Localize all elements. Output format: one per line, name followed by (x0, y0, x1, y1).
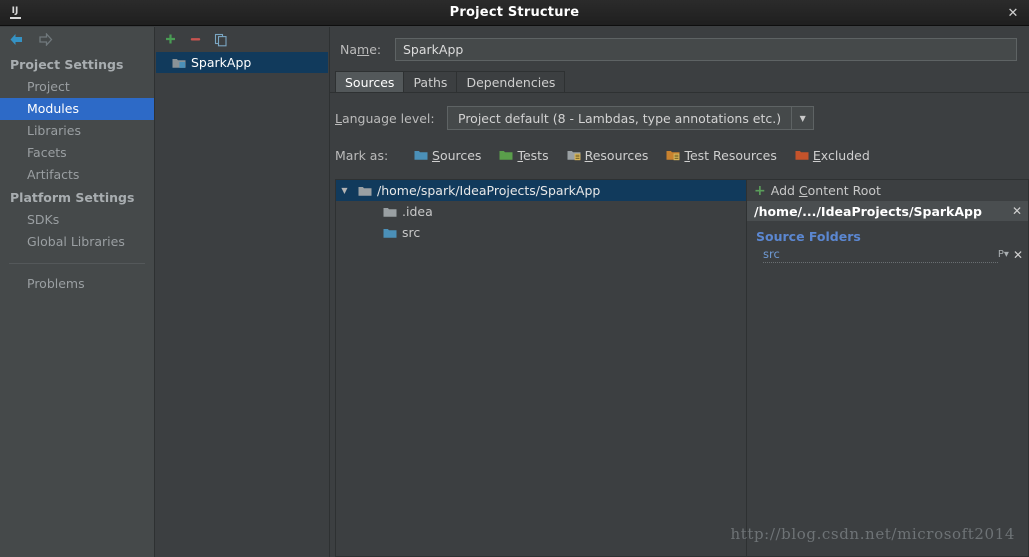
content-root-path: /home/.../IdeaProjects/SparkApp (754, 203, 982, 219)
tab-paths[interactable]: Paths (403, 71, 458, 92)
mark-as-sources-button[interactable]: Sources (405, 148, 490, 163)
mark-as-test-resources-button[interactable]: Test Resources (657, 148, 785, 163)
chevron-down-icon[interactable]: ▼ (791, 107, 813, 129)
settings-sidebar: Project Settings Project Modules Librari… (0, 27, 155, 557)
table-row[interactable]: ▼ /home/spark/IdeaProjects/SparkApp (336, 180, 746, 201)
project-structure-dialog: IJ Project Structure ✕ Project Settings … (0, 0, 1029, 557)
remove-content-root-icon[interactable]: ✕ (1012, 204, 1022, 218)
mark-as-test-resources-label: Test Resources (684, 147, 777, 163)
folder-test-resources-icon (666, 149, 680, 161)
table-row[interactable]: src (336, 222, 746, 243)
modules-panel: SparkApp (156, 27, 328, 557)
name-input[interactable]: SparkApp (395, 37, 1017, 61)
content-root-tree: ▼ /home/spark/IdeaProjects/SparkApp .ide… (335, 179, 746, 557)
module-icon (172, 57, 186, 69)
sidebar-group-project-settings: Project Settings (10, 57, 124, 72)
table-row[interactable]: .idea (336, 201, 746, 222)
language-level-label: Language level: (335, 110, 435, 126)
language-level-value: Project default (8 - Lambdas, type annot… (458, 110, 782, 126)
mark-as-tests-label: Tests (517, 147, 549, 163)
module-name-row: Name: SparkApp (335, 37, 1017, 61)
tab-dependencies[interactable]: Dependencies (456, 71, 566, 92)
language-level-select[interactable]: Project default (8 - Lambdas, type annot… (447, 106, 815, 130)
mark-as-resources-button[interactable]: Resources (558, 148, 658, 163)
source-folder-name[interactable]: src (763, 247, 998, 263)
mark-as-label: Mark as: (335, 147, 389, 163)
arrow-right-icon (36, 30, 54, 48)
plus-icon: + (754, 182, 766, 199)
sidebar-item-modules[interactable]: Modules (0, 98, 154, 120)
sidebar-toolbar (0, 27, 154, 51)
sidebar-divider (9, 263, 145, 264)
sidebar-item-problems[interactable]: Problems (0, 273, 154, 295)
list-item[interactable]: SparkApp (156, 52, 328, 73)
sidebar-group-platform-settings: Platform Settings (10, 190, 135, 205)
tree-node-label: src (402, 225, 421, 240)
sidebar-item-libraries[interactable]: Libraries (0, 120, 154, 142)
remove-module-button[interactable] (189, 33, 202, 46)
window-title: Project Structure (449, 5, 580, 20)
add-content-root-button[interactable]: + Add Content Root (747, 180, 1028, 201)
modules-list: SparkApp (156, 52, 328, 73)
name-label: Name: (340, 41, 382, 57)
tabs-underline (335, 92, 1029, 93)
mark-as-tests-button[interactable]: Tests (490, 148, 557, 163)
detail-tabs: Sources Paths Dependencies (335, 71, 1029, 93)
source-folders-title: Source Folders (756, 229, 861, 244)
sidebar-item-artifacts[interactable]: Artifacts (0, 164, 154, 186)
add-content-root-label: Add Content Root (770, 183, 881, 198)
folder-excluded-icon (795, 149, 809, 161)
chevron-down-icon[interactable]: ▼ (336, 186, 353, 195)
close-icon[interactable]: ✕ (997, 0, 1029, 26)
content-roots-panel: + Add Content Root /home/.../IdeaProject… (746, 179, 1029, 557)
watermark: http://blog.csdn.net/microsoft2014 (730, 525, 1015, 543)
sidebar-item-facets[interactable]: Facets (0, 142, 154, 164)
folder-resources-icon (567, 149, 581, 161)
sidebar-item-project[interactable]: Project (0, 76, 154, 98)
tab-sources[interactable]: Sources (335, 71, 405, 92)
tree-node-label: .idea (402, 204, 433, 219)
tree-node-label: /home/spark/IdeaProjects/SparkApp (377, 183, 601, 198)
sources-tab-panel: Language level: Project default (8 - Lam… (330, 92, 1029, 557)
remove-source-folder-icon[interactable]: ✕ (1013, 248, 1023, 262)
folder-sources-icon (383, 227, 397, 239)
sidebar-list: Project Settings Project Modules Librari… (0, 53, 154, 295)
modules-toolbar (156, 27, 328, 52)
folder-icon (383, 206, 397, 218)
folder-tests-icon (499, 149, 513, 161)
sidebar-item-sdks[interactable]: SDKs (0, 209, 154, 231)
sidebar-item-global-libraries[interactable]: Global Libraries (0, 231, 154, 253)
add-module-button[interactable] (164, 33, 177, 46)
mark-as-excluded-button[interactable]: Excluded (786, 148, 879, 163)
folder-icon (358, 185, 372, 197)
copy-icon[interactable] (214, 33, 228, 47)
title-bar: IJ Project Structure ✕ (0, 0, 1029, 26)
content-root-header: /home/.../IdeaProjects/SparkApp ✕ (747, 201, 1028, 221)
source-folder-actions: P▾ ✕ (998, 248, 1023, 262)
module-name: SparkApp (191, 55, 252, 70)
mark-as-excluded-label: Excluded (812, 147, 870, 163)
folder-sources-icon (414, 149, 428, 161)
sources-split: ▼ /home/spark/IdeaProjects/SparkApp .ide… (335, 179, 1029, 557)
mark-as-resources-label: Resources (584, 147, 649, 163)
mark-as-sources-label: Sources (432, 147, 482, 163)
arrow-left-icon[interactable] (7, 30, 25, 48)
mark-as-row: Mark as: Sources Tests Resources Test Re… (335, 144, 1029, 166)
module-detail-panel: Name: SparkApp Sources Paths Dependencie… (329, 27, 1029, 557)
package-prefix-icon[interactable]: P▾ (998, 249, 1009, 260)
language-level-row: Language level: Project default (8 - Lam… (335, 105, 1029, 131)
list-item[interactable]: src P▾ ✕ (747, 246, 1028, 263)
